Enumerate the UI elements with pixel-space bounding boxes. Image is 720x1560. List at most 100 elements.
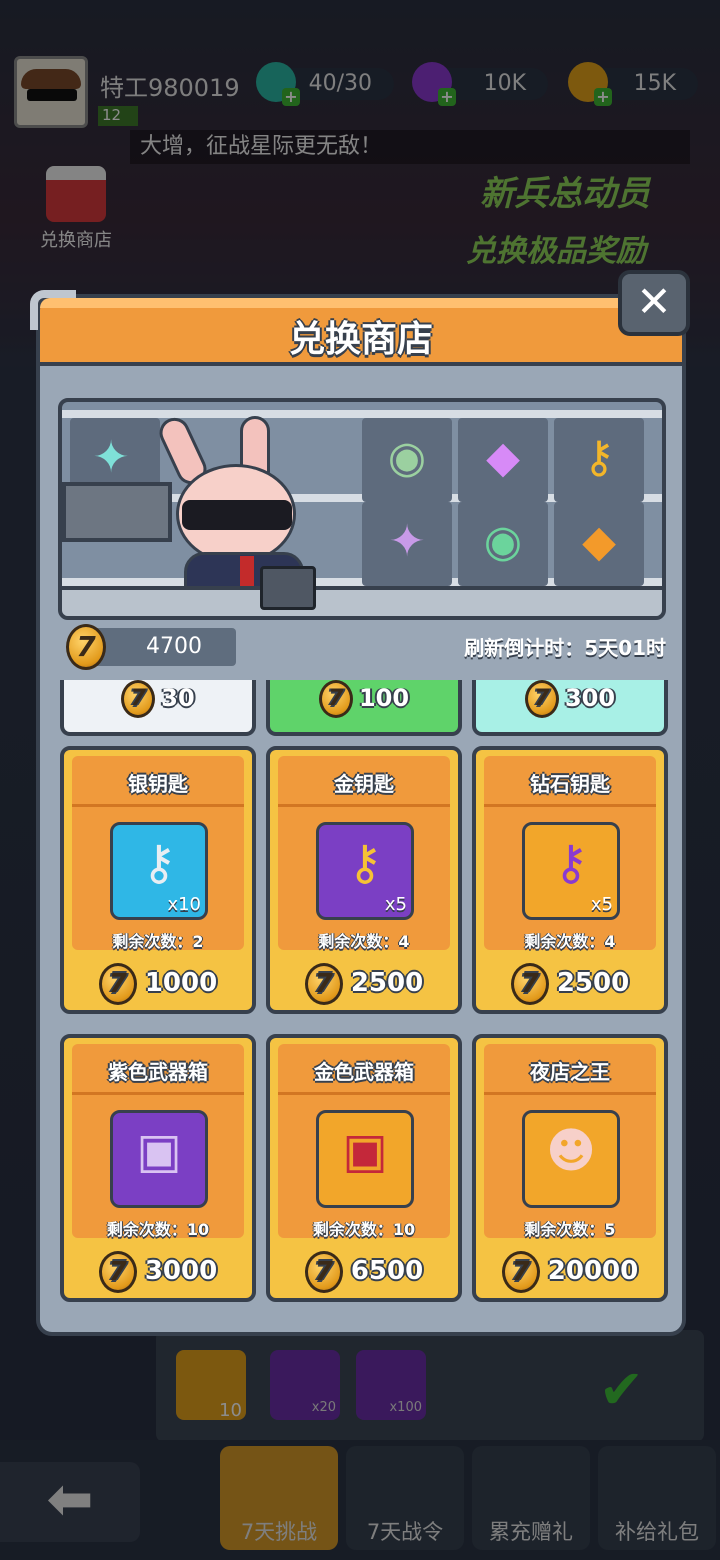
store-card-gold-chest[interactable]: 金色武器箱 ▣ 剩余次数：10 7 6500	[266, 1034, 462, 1302]
token-coin-icon: 7	[501, 1250, 540, 1293]
store-card-diamond-key[interactable]: 钻石钥匙 ⚷ x5 剩余次数：4 7 2500	[472, 746, 668, 1014]
rabbit-avatar-icon: ☻	[522, 1110, 620, 1208]
item-quantity: x5	[590, 894, 613, 915]
card-name: 金色武器箱	[314, 1060, 414, 1084]
key-glyph: ⚷	[553, 835, 589, 891]
shelf	[62, 410, 662, 418]
card-price: 7 300	[476, 680, 664, 718]
card-price: 7 1000	[64, 962, 252, 1005]
header-highlight	[40, 298, 682, 308]
token-coin-icon: 7	[510, 962, 549, 1005]
close-icon: ✕	[636, 277, 672, 326]
refresh-countdown: 刷新倒计时：5天01时	[464, 636, 666, 660]
balance-value: 4700	[146, 634, 202, 659]
partial-card[interactable]: 7 300	[472, 680, 668, 736]
helmet-icon: ◉	[483, 516, 523, 567]
rabbit-glyph: ☻	[545, 1123, 597, 1179]
card-price: 7 6500	[270, 1250, 458, 1293]
divider	[484, 1092, 656, 1095]
card-inner: 钻石钥匙 ⚷ x5 剩余次数：4	[484, 756, 656, 951]
chest-glyph: ▣	[136, 1123, 182, 1179]
token-coin-icon: 7	[318, 680, 353, 718]
divider	[72, 804, 244, 807]
shop-counter	[62, 586, 662, 616]
divider	[278, 804, 450, 807]
price-value: 2500	[556, 968, 630, 998]
balance-box: 4700	[86, 628, 236, 666]
shop-scene-illustration: ✦ ◉ ◆ ⚷ ✦ ◉ ◆	[58, 398, 666, 620]
store-card-nightclub-king[interactable]: 夜店之王 ☻ 剩余次数：5 7 20000	[472, 1034, 668, 1302]
key-glyph: ⚷	[347, 835, 383, 891]
divider	[484, 804, 656, 807]
key-glyph: ⚷	[141, 835, 177, 891]
remaining-count: 剩余次数：10	[106, 1220, 210, 1239]
card-price: 7 100	[270, 680, 458, 718]
card-inner: 金色武器箱 ▣ 剩余次数：10	[278, 1044, 450, 1239]
exchange-store-dialog: 兑换商店 ✕ ✦ ◉ ◆ ⚷ ✦ ◉ ◆ 4700 7 刷新倒计时：5天01时 …	[30, 270, 690, 1336]
helmet-icon: ◉	[387, 432, 427, 483]
gold-chest-icon: ▣	[316, 1110, 414, 1208]
price-value: 300	[564, 684, 616, 712]
puzzle-icon: ✦	[388, 516, 426, 567]
cash-register-icon	[260, 566, 316, 610]
card-inner: 夜店之王 ☻ 剩余次数：5	[484, 1044, 656, 1239]
dialog-header: 兑换商店	[36, 294, 686, 366]
partial-card[interactable]: 7 30	[60, 680, 256, 736]
price-value: 30	[161, 684, 195, 712]
price-value: 1000	[144, 968, 218, 998]
store-item-list[interactable]: 7 30 7 100 7 300 银钥匙 ⚷ x10 剩余次数：2 7 1000 金钥匙	[60, 680, 672, 1320]
store-card-purple-chest[interactable]: 紫色武器箱 ▣ 剩余次数：10 7 3000	[60, 1034, 256, 1302]
card-name: 夜店之王	[530, 1060, 610, 1084]
card-name: 紫色武器箱	[108, 1060, 208, 1084]
token-coin-icon: 7	[121, 680, 156, 718]
card-inner: 紫色武器箱 ▣ 剩余次数：10	[72, 1044, 244, 1239]
divider	[72, 1092, 244, 1095]
gem-icon: ◆	[486, 432, 520, 483]
remaining-count: 剩余次数：10	[312, 1220, 416, 1239]
token-coin-icon: 7	[66, 624, 106, 670]
token-coin-icon: 7	[98, 962, 137, 1005]
gold-key-icon: ⚷ x5	[316, 822, 414, 920]
gem-icon: ◆	[582, 516, 616, 567]
dialog-title: 兑换商店	[288, 319, 433, 360]
chest-glyph: ▣	[342, 1123, 388, 1179]
remaining-count: 剩余次数：4	[318, 932, 410, 951]
key-icon: ⚷	[582, 432, 616, 483]
balance-row: 4700 7 刷新倒计时：5天01时	[66, 624, 666, 670]
card-name: 钻石钥匙	[530, 772, 610, 796]
silver-key-icon: ⚷ x10	[110, 822, 208, 920]
item-quantity: x5	[384, 894, 407, 915]
pipe-decoration	[30, 290, 76, 330]
store-card-silver-key[interactable]: 银钥匙 ⚷ x10 剩余次数：2 7 1000	[60, 746, 256, 1014]
card-inner: 金钥匙 ⚷ x5 剩余次数：4	[278, 756, 450, 951]
card-price: 7 2500	[270, 962, 458, 1005]
card-price: 7 30	[64, 680, 252, 718]
price-value: 6500	[350, 1256, 424, 1286]
card-name: 金钥匙	[334, 772, 394, 796]
remaining-count: 剩余次数：5	[524, 1220, 616, 1239]
partial-card[interactable]: 7 100	[266, 680, 462, 736]
price-value: 3000	[144, 1256, 218, 1286]
store-card-gold-key[interactable]: 金钥匙 ⚷ x5 剩余次数：4 7 2500	[266, 746, 462, 1014]
close-button[interactable]: ✕	[618, 270, 690, 336]
price-value: 2500	[350, 968, 424, 998]
sunglasses-icon	[182, 500, 292, 530]
card-name: 银钥匙	[128, 772, 188, 796]
purple-chest-icon: ▣	[110, 1110, 208, 1208]
token-coin-icon: 7	[304, 962, 343, 1005]
diamond-key-icon: ⚷ x5	[522, 822, 620, 920]
card-inner: 银钥匙 ⚷ x10 剩余次数：2	[72, 756, 244, 951]
puzzle-icon: ✦	[92, 432, 130, 483]
price-value: 100	[358, 684, 410, 712]
card-price: 7 3000	[64, 1250, 252, 1293]
token-coin-icon: 7	[304, 1250, 343, 1293]
hammer-decoration	[62, 482, 172, 542]
remaining-count: 剩余次数：2	[112, 932, 204, 951]
divider	[278, 1092, 450, 1095]
token-coin-icon: 7	[98, 1250, 137, 1293]
item-quantity: x10	[167, 894, 201, 915]
card-price: 7 20000	[476, 1250, 664, 1293]
remaining-count: 剩余次数：4	[524, 932, 616, 951]
token-coin-icon: 7	[524, 680, 559, 718]
price-value: 20000	[547, 1256, 639, 1286]
